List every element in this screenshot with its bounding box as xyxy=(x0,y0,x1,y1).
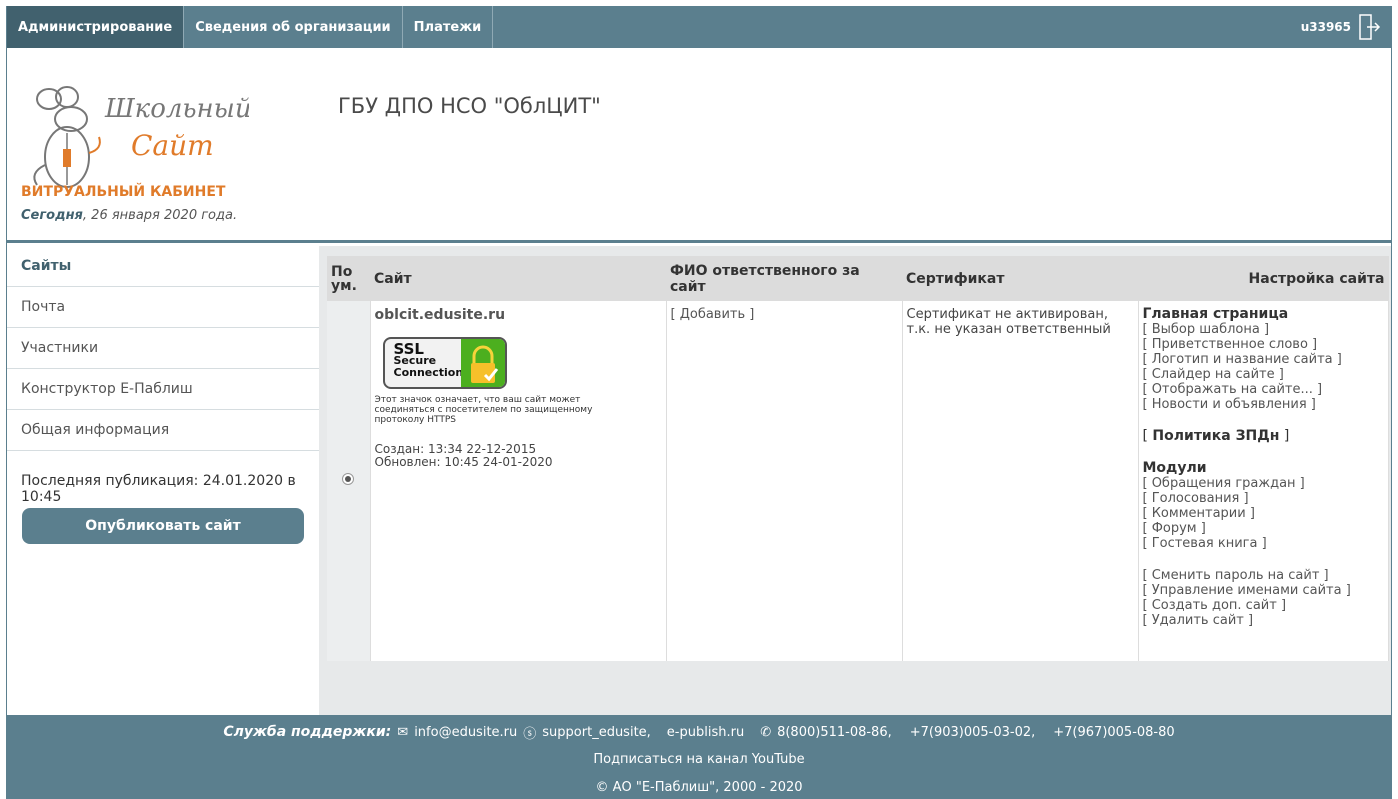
ssl-connection: Connection xyxy=(393,366,464,379)
ssl-note: Этот значок означает, что ваш сайт может… xyxy=(374,395,593,425)
settings-list: Главная страница [ Выбор шаблона ] [ При… xyxy=(1142,306,1385,629)
sidebar-item-constructor[interactable]: Конструктор Е-Паблиш xyxy=(7,369,319,410)
page-footer: Служба поддержки: ✉ info@edusite.ru ⓢ su… xyxy=(7,715,1391,799)
support-site[interactable]: e-publish.ru xyxy=(667,725,744,740)
sidebar-item-general-info[interactable]: Общая информация xyxy=(7,410,319,451)
sidebar: Сайты Почта Участники Конструктор Е-Пабл… xyxy=(7,246,319,715)
copyright: © АО "Е-Паблиш", 2000 - 2020 xyxy=(595,780,803,795)
mail-icon: ✉ xyxy=(397,724,409,740)
link-news[interactable]: [ Новости и объявления ] xyxy=(1143,397,1385,412)
link-welcome-word[interactable]: [ Приветственное слово ] xyxy=(1143,337,1385,352)
link-manage-names[interactable]: [ Управление именами сайта ] xyxy=(1143,583,1385,598)
col-settings: Настройка сайта xyxy=(1138,256,1389,301)
policy-label: Политика ЗПДн xyxy=(1152,428,1280,444)
phone-3: +7(967)005-08-80 xyxy=(1053,724,1175,740)
link-voting[interactable]: [ Голосования ] xyxy=(1143,491,1385,506)
add-responsible-link[interactable]: [ Добавить ] xyxy=(671,307,755,322)
last-publication: Последняя публикация: 24.01.2020 в 10:45 xyxy=(21,473,296,505)
col-responsible: ФИО ответственного за сайт xyxy=(666,256,902,301)
support-email[interactable]: info@edusite.ru xyxy=(414,725,517,740)
responsible-cell: [ Добавить ] xyxy=(666,301,903,661)
link-citizen-appeals[interactable]: [ Обращения граждан ] xyxy=(1143,476,1385,491)
site-dates: Создан: 13:34 22-12-2015 Обновлен: 10:45… xyxy=(375,443,662,469)
phone-icon: ✆ xyxy=(760,724,772,740)
policy-link[interactable]: [ Политика ЗПДн ] xyxy=(1143,429,1385,444)
page-header: Школьный Сайт ВИТРУАЛЬНЫЙ КАБИНЕТ Сегодн… xyxy=(7,48,1391,243)
phone-1: 8(800)511-08-86, xyxy=(777,724,892,740)
policy-bracket-close: ] xyxy=(1279,428,1290,444)
link-slider[interactable]: [ Слайдер на сайте ] xyxy=(1143,367,1385,382)
main-area: Сайты Почта Участники Конструктор Е-Пабл… xyxy=(7,246,1391,715)
tab-organization-info[interactable]: Сведения об организации xyxy=(184,6,403,48)
logo-school-text: Школьный xyxy=(104,94,249,124)
today-label: Сегодня xyxy=(21,208,83,223)
cabinet-title: ВИТРУАЛЬНЫЙ КАБИНЕТ xyxy=(21,184,226,200)
certificate-cell: Сертификат не активирован, т.к. не указа… xyxy=(902,301,1139,661)
tab-payments[interactable]: Платежи xyxy=(403,6,494,48)
certificate-status: Сертификат не активирован, т.к. не указа… xyxy=(906,307,1111,337)
tab-administration[interactable]: Администрирование xyxy=(7,6,185,48)
link-forum[interactable]: [ Форум ] xyxy=(1143,521,1385,536)
sidebar-item-participants[interactable]: Участники xyxy=(7,328,319,369)
today-date: Сегодня, 26 января 2020 года. xyxy=(21,208,237,223)
updated-date: Обновлен: 10:45 24-01-2020 xyxy=(374,455,553,469)
table-header-row: По ум. Сайт ФИО ответственного за сайт С… xyxy=(327,256,1389,301)
phone-2: +7(903)005-03-02, xyxy=(909,724,1036,740)
sidebar-item-sites[interactable]: Сайты xyxy=(7,246,319,287)
sites-table: По ум. Сайт ФИО ответственного за сайт С… xyxy=(327,256,1389,661)
link-comments[interactable]: [ Комментарии ] xyxy=(1143,506,1385,521)
youtube-link[interactable]: Подписаться на канал YouTube xyxy=(7,752,1391,767)
top-navigation: Администрирование Сведения об организаци… xyxy=(7,6,1391,48)
main-page-heading: Главная страница xyxy=(1142,306,1289,322)
today-value: , 26 января 2020 года. xyxy=(82,208,238,223)
default-cell xyxy=(327,301,371,661)
logout-icon[interactable] xyxy=(1359,14,1381,40)
support-label: Служба поддержки: xyxy=(223,724,392,740)
support-skype[interactable]: support_edusite, xyxy=(542,725,651,740)
logo-site-text: Сайт xyxy=(131,129,214,162)
link-create-site[interactable]: [ Создать доп. сайт ] xyxy=(1143,598,1385,613)
link-delete-site[interactable]: [ Удалить сайт ] xyxy=(1143,613,1385,628)
default-radio[interactable] xyxy=(342,473,355,485)
link-display-on-site[interactable]: [ Отображать на сайте... ] xyxy=(1143,382,1385,397)
sidebar-item-mail[interactable]: Почта xyxy=(7,287,319,328)
content-panel: По ум. Сайт ФИО ответственного за сайт С… xyxy=(319,246,1391,715)
skype-icon: ⓢ xyxy=(523,726,537,742)
link-logo-name[interactable]: [ Логотип и название сайта ] xyxy=(1143,352,1385,367)
col-certificate: Сертификат xyxy=(902,256,1138,301)
settings-cell: Главная страница [ Выбор шаблона ] [ При… xyxy=(1138,301,1389,661)
table-row: oblcit.edusite.ru SSL Secure Connection xyxy=(327,301,1389,661)
lock-icon xyxy=(460,339,505,387)
publish-site-button[interactable]: Опубликовать сайт xyxy=(22,508,304,544)
modules-heading: Модули xyxy=(1142,460,1207,476)
link-guestbook[interactable]: [ Гостевая книга ] xyxy=(1143,536,1385,551)
col-default: По ум. xyxy=(327,256,370,301)
col-site: Сайт xyxy=(370,256,666,301)
link-template-choice[interactable]: [ Выбор шаблона ] xyxy=(1143,322,1385,337)
app-frame: Администрирование Сведения об организаци… xyxy=(6,6,1392,799)
link-change-password[interactable]: [ Сменить пароль на сайт ] xyxy=(1143,568,1385,583)
ssl-badge: SSL Secure Connection xyxy=(382,337,507,389)
username: u33965 xyxy=(1300,20,1351,34)
site-cell: oblcit.edusite.ru SSL Secure Connection xyxy=(370,301,667,661)
site-domain[interactable]: oblcit.edusite.ru xyxy=(375,307,662,323)
user-area: u33965 xyxy=(1301,6,1381,48)
support-row: Служба поддержки: ✉ info@edusite.ru ⓢ su… xyxy=(7,723,1391,742)
organization-title: ГБУ ДПО НСО "ОблЦИТ" xyxy=(338,94,601,118)
policy-bracket-open: [ xyxy=(1142,428,1153,444)
